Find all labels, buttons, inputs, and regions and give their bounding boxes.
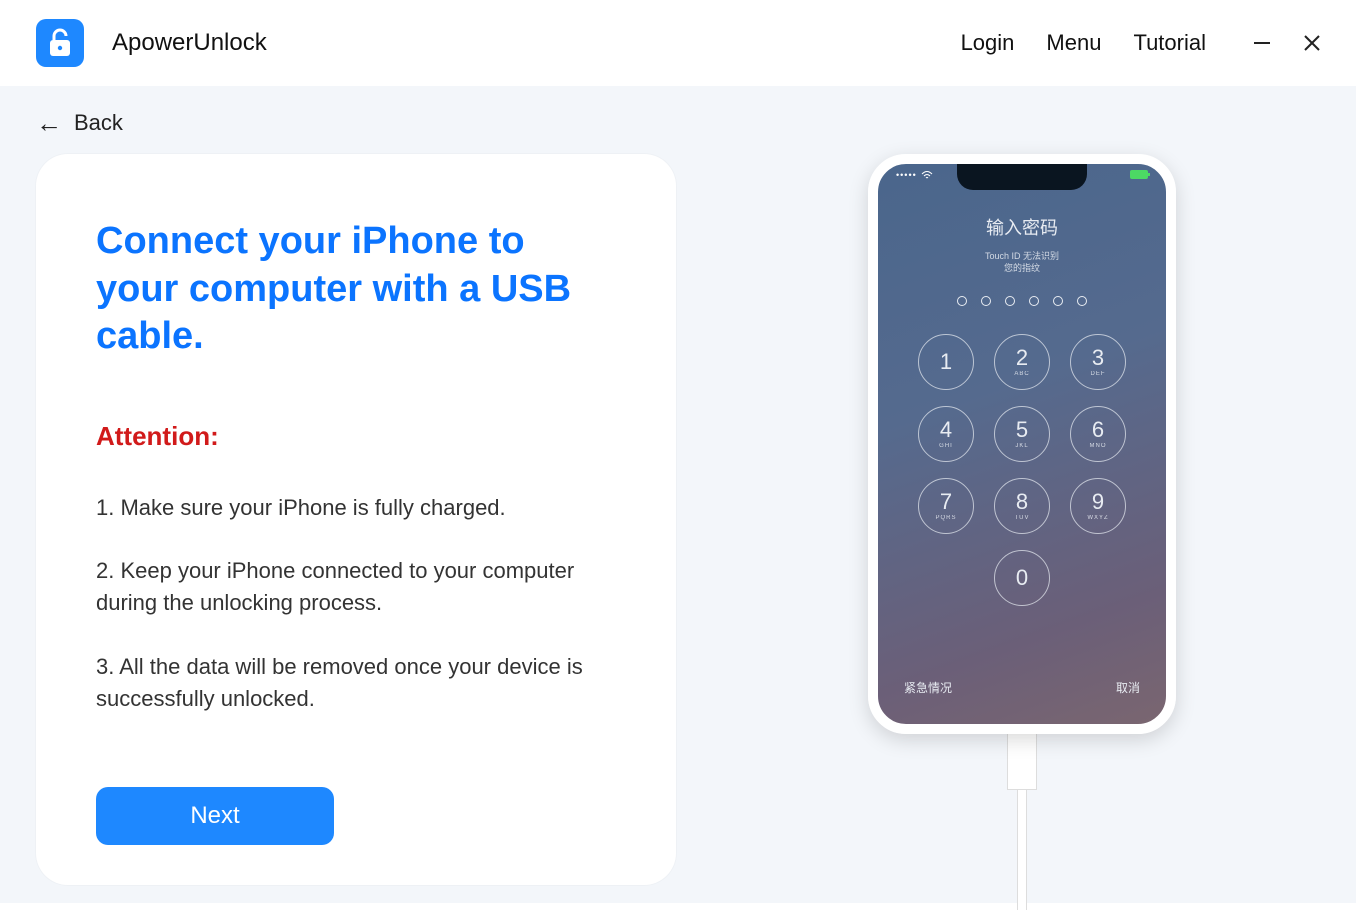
- phone-notch: [957, 164, 1087, 190]
- keypad-key-5: 5JKL: [994, 406, 1050, 462]
- close-icon: [1301, 32, 1323, 54]
- lock-title: 输入密码: [878, 214, 1166, 240]
- pin-dot: [1077, 296, 1087, 306]
- wifi-icon: [921, 171, 933, 180]
- lock-subtitle: Touch ID 无法识别 您的指纹: [878, 250, 1166, 274]
- header-left: ApowerUnlock: [36, 19, 267, 67]
- lock-icon: [47, 28, 73, 58]
- keypad-key-8: 8TUV: [994, 478, 1050, 534]
- header-bar: ApowerUnlock Login Menu Tutorial: [0, 0, 1356, 86]
- minimize-button[interactable]: [1248, 29, 1276, 57]
- phone-mockup: ••••• 输入密码 Touch ID 无法识别 您的指纹: [868, 154, 1176, 734]
- phone-illustration: ••••• 输入密码 Touch ID 无法识别 您的指纹: [716, 154, 1328, 910]
- app-name: ApowerUnlock: [112, 29, 267, 57]
- login-link[interactable]: Login: [961, 30, 1015, 56]
- instruction-card: Connect your iPhone to your computer wit…: [36, 154, 676, 885]
- emergency-link: 紧急情况: [904, 679, 952, 696]
- header-right: Login Menu Tutorial: [961, 29, 1326, 57]
- keypad-key-7: 7PQRS: [918, 478, 974, 534]
- pin-dots: [878, 296, 1166, 306]
- window-controls: [1248, 29, 1326, 57]
- keypad-key-0: 0: [994, 550, 1050, 606]
- pin-dot: [1005, 296, 1015, 306]
- back-arrow-icon: ←: [36, 110, 62, 136]
- minimize-icon: [1251, 32, 1273, 54]
- app-logo: [36, 19, 84, 67]
- card-title: Connect your iPhone to your computer wit…: [96, 218, 616, 361]
- next-button[interactable]: Next: [96, 787, 334, 845]
- keypad-key-6: 6MNO: [1070, 406, 1126, 462]
- pin-dot: [981, 296, 991, 306]
- pin-dot: [957, 296, 967, 306]
- signal-icon: •••••: [896, 170, 917, 180]
- attention-item-3: 3. All the data will be removed once you…: [96, 651, 616, 715]
- back-button[interactable]: ← Back: [36, 86, 123, 154]
- keypad-key-3: 3DEF: [1070, 334, 1126, 390]
- attention-label: Attention:: [96, 421, 616, 452]
- back-label: Back: [74, 110, 123, 136]
- phone-bottom-links: 紧急情况 取消: [878, 679, 1166, 696]
- lock-content: 输入密码 Touch ID 无法识别 您的指纹: [878, 214, 1166, 306]
- keypad-key-1: 1: [918, 334, 974, 390]
- battery-icon: [1130, 170, 1148, 179]
- phone-keypad: 1 2ABC 3DEF 4GHI 5JKL 6MNO 7PQRS 8TUV 9WXYZ 0: [878, 334, 1166, 606]
- cancel-link: 取消: [1116, 679, 1140, 696]
- menu-link[interactable]: Menu: [1046, 30, 1101, 56]
- body-area: ← Back Connect your iPhone to your compu…: [0, 86, 1356, 903]
- tutorial-link[interactable]: Tutorial: [1133, 30, 1206, 56]
- usb-connector: [1007, 730, 1037, 790]
- pin-dot: [1053, 296, 1063, 306]
- attention-item-2: 2. Keep your iPhone connected to your co…: [96, 555, 616, 619]
- keypad-key-4: 4GHI: [918, 406, 974, 462]
- status-left: •••••: [896, 170, 933, 180]
- attention-item-1: 1. Make sure your iPhone is fully charge…: [96, 492, 616, 524]
- keypad-key-9: 9WXYZ: [1070, 478, 1126, 534]
- pin-dot: [1029, 296, 1039, 306]
- close-button[interactable]: [1298, 29, 1326, 57]
- keypad-key-2: 2ABC: [994, 334, 1050, 390]
- content-row: Connect your iPhone to your computer wit…: [36, 154, 1328, 910]
- usb-cable: [1017, 790, 1027, 910]
